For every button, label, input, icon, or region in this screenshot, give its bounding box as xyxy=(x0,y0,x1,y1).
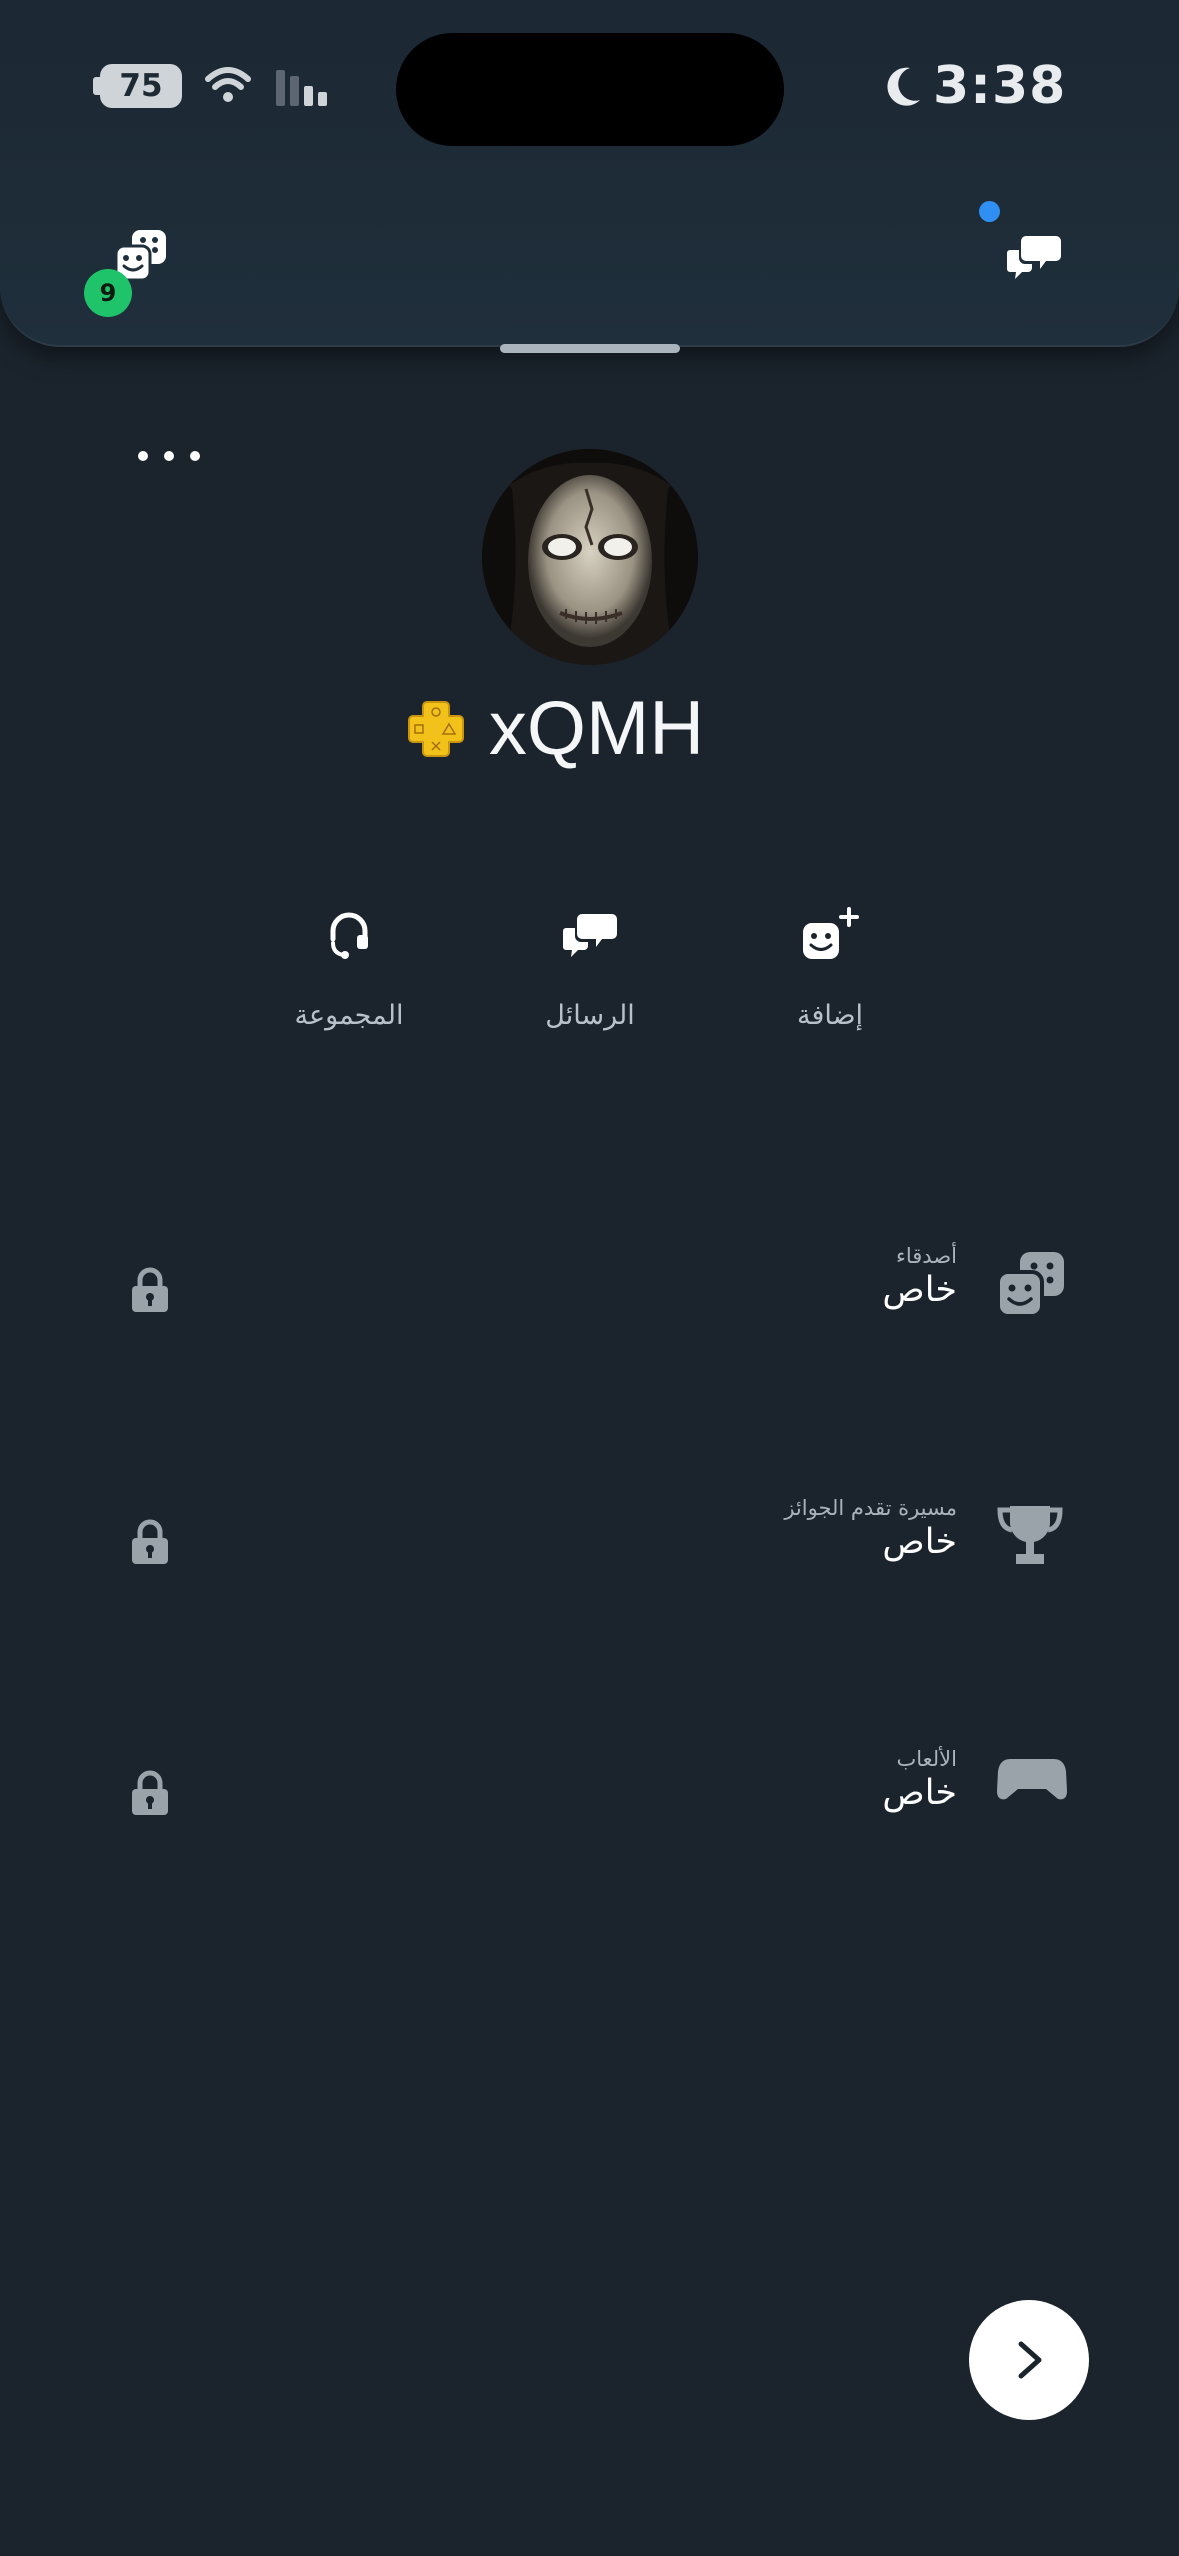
friends-icon xyxy=(996,1252,1064,1318)
party-button[interactable]: المجموعة xyxy=(249,890,449,1031)
trophies-caption: مسيرة تقدم الجوائز xyxy=(784,1496,957,1520)
add-friend-button[interactable]: إضافة xyxy=(730,890,930,1031)
cellular-signal-icon xyxy=(276,70,327,106)
trophy-icon xyxy=(997,1506,1063,1564)
lock-icon xyxy=(132,1519,168,1564)
lock-icon xyxy=(132,1267,168,1312)
more-dot xyxy=(164,451,174,461)
messages-label: الرسائل xyxy=(545,1000,635,1031)
wifi-icon xyxy=(205,67,251,102)
games-section-row[interactable]: الألعاب خاص xyxy=(0,1733,1179,1853)
panel-drag-handle[interactable] xyxy=(500,344,680,353)
ps-plus-icon xyxy=(407,700,464,757)
add-friend-label: إضافة xyxy=(796,1000,864,1031)
party-label: المجموعة xyxy=(294,1000,404,1031)
focus-moon-icon xyxy=(887,67,920,106)
friends-section-row[interactable]: أصدقاء خاص xyxy=(0,1230,1179,1350)
more-options-button[interactable] xyxy=(138,436,200,476)
profile-name-row: xQMH xyxy=(0,685,1179,772)
add-friend-icon xyxy=(803,907,859,959)
games-caption: الألعاب xyxy=(896,1747,957,1771)
profile-username: xQMH xyxy=(488,686,705,771)
messages-icon xyxy=(563,914,617,957)
battery-indicator: 75 xyxy=(100,64,182,108)
battery-level: 75 xyxy=(119,68,163,104)
friends-privacy-value: خاص xyxy=(882,1270,957,1310)
battery-nub xyxy=(93,77,100,95)
chevron-right-icon xyxy=(1018,2341,1042,2379)
games-privacy-value: خاص xyxy=(882,1773,957,1813)
profile-screen: 75 3:38 9 xQMH المجموعة الرسائل إضافة أص… xyxy=(0,0,1179,2556)
profile-avatar[interactable] xyxy=(482,449,698,665)
trophies-privacy-value: خاص xyxy=(882,1522,957,1562)
controller-icon xyxy=(997,1759,1067,1800)
more-dot xyxy=(138,451,148,461)
messages-button[interactable]: الرسائل xyxy=(490,890,690,1031)
messages-tab-icon[interactable] xyxy=(1006,232,1062,282)
friends-caption: أصدقاء xyxy=(895,1244,957,1268)
next-button[interactable] xyxy=(969,2300,1089,2420)
party-headset-icon xyxy=(330,912,368,959)
more-dot xyxy=(190,451,200,461)
status-time: 3:38 xyxy=(933,56,1067,116)
lock-icon xyxy=(132,1770,168,1815)
unread-indicator-dot xyxy=(979,201,1000,222)
dynamic-island xyxy=(396,33,784,146)
friends-notification-badge: 9 xyxy=(84,269,132,317)
trophies-section-row[interactable]: مسيرة تقدم الجوائز خاص xyxy=(0,1482,1179,1602)
